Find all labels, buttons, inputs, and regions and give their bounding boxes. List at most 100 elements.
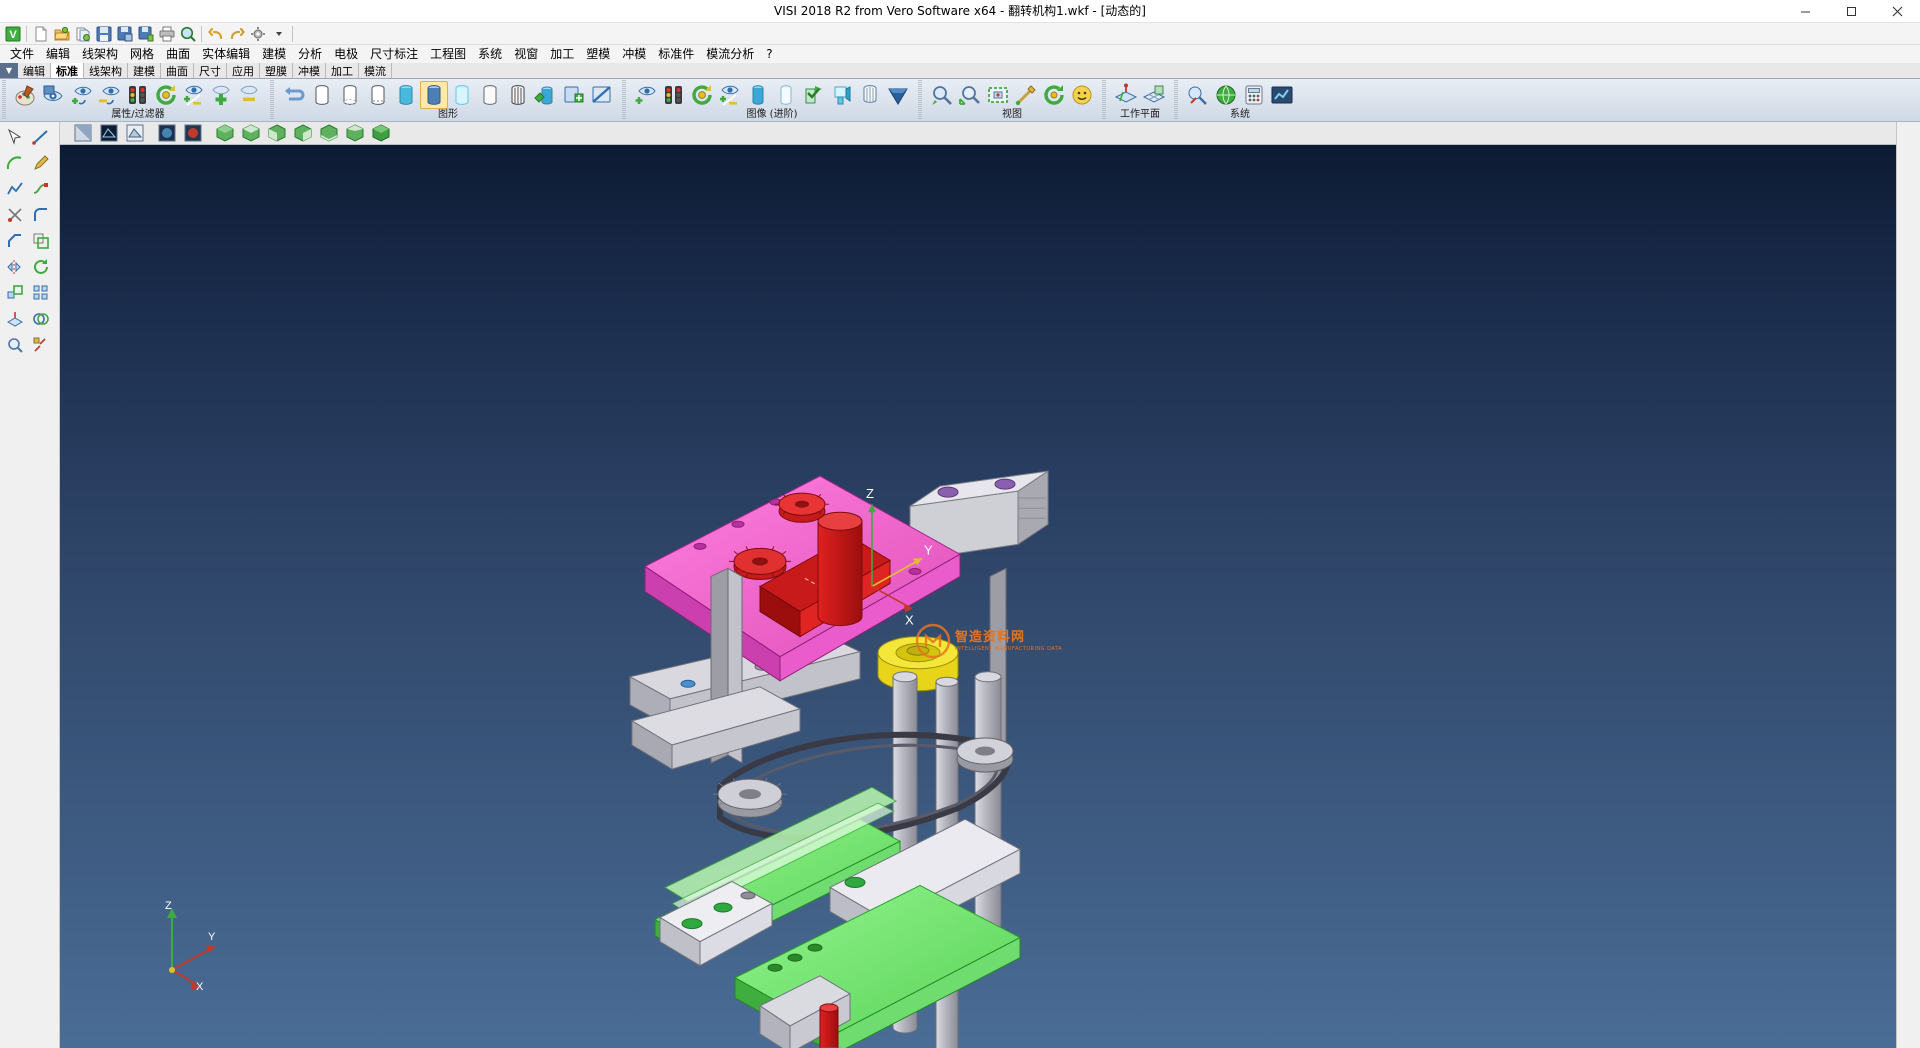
menu-item-electrode[interactable]: 电极 bbox=[328, 45, 364, 63]
tab-modeling[interactable]: 建模 bbox=[128, 63, 161, 78]
dynamic-shade-icon[interactable] bbox=[532, 81, 560, 109]
tab-die[interactable]: 冲模 bbox=[293, 63, 326, 78]
tab-standard[interactable]: 标准 bbox=[51, 63, 84, 78]
menu-item-flow-analysis[interactable]: 模流分析 bbox=[700, 45, 760, 63]
clip-plane-icon[interactable] bbox=[800, 81, 828, 109]
workplane-define-icon[interactable] bbox=[1112, 81, 1140, 109]
traffic-light-advanced-icon[interactable] bbox=[660, 81, 688, 109]
view-properties-icon[interactable] bbox=[40, 81, 68, 109]
tab-edit[interactable]: 编辑 bbox=[18, 63, 51, 78]
minimize-button[interactable] bbox=[1782, 0, 1828, 23]
analyze-icon[interactable] bbox=[2, 332, 28, 358]
refresh-advanced-icon[interactable] bbox=[688, 81, 716, 109]
graphics-viewport[interactable]: Z Y X 智造资料网 INTELLIGENT MANUFACTURIN bbox=[60, 145, 1896, 1048]
show-entities-icon[interactable] bbox=[68, 81, 96, 109]
gem-render-icon[interactable] bbox=[884, 81, 912, 109]
settings-icon[interactable] bbox=[247, 24, 268, 44]
menu-item-drafting[interactable]: 工程图 bbox=[424, 45, 472, 63]
color-palette-icon[interactable] bbox=[12, 81, 40, 109]
line-draw-icon[interactable] bbox=[28, 124, 54, 150]
mirror-icon[interactable] bbox=[2, 254, 28, 280]
toggle-visibility-icon[interactable] bbox=[180, 81, 208, 109]
rotate-icon[interactable] bbox=[28, 254, 54, 280]
menu-item-standard-parts[interactable]: 标准件 bbox=[652, 45, 700, 63]
display-settings-icon[interactable] bbox=[560, 81, 588, 109]
tab-moldflow[interactable]: 模流 bbox=[359, 63, 392, 78]
refresh-view-icon[interactable] bbox=[152, 81, 180, 109]
hidden-line-display-icon[interactable] bbox=[122, 123, 148, 144]
measure-icon[interactable] bbox=[1012, 81, 1040, 109]
save-all-icon[interactable] bbox=[135, 24, 156, 44]
toggle-advanced-icon[interactable] bbox=[716, 81, 744, 109]
right-view-icon[interactable] bbox=[290, 123, 316, 144]
front-view-icon[interactable] bbox=[264, 123, 290, 144]
shade-smooth-icon[interactable] bbox=[772, 81, 800, 109]
back-view-icon[interactable] bbox=[342, 123, 368, 144]
tab-wireframe[interactable]: 线架构 bbox=[84, 63, 128, 78]
redo-icon[interactable] bbox=[226, 24, 247, 44]
print-icon[interactable] bbox=[156, 24, 177, 44]
open-file-icon[interactable] bbox=[51, 24, 72, 44]
shaded-edges-icon[interactable] bbox=[420, 81, 448, 109]
bottom-view-icon[interactable] bbox=[316, 123, 342, 144]
menu-item-surface[interactable]: 曲面 bbox=[160, 45, 196, 63]
light-source-icon[interactable] bbox=[828, 81, 856, 109]
perspective-icon[interactable] bbox=[856, 81, 884, 109]
render-display-icon[interactable] bbox=[180, 123, 206, 144]
system-calc-icon[interactable] bbox=[1240, 81, 1268, 109]
tab-mold[interactable]: 塑膜 bbox=[260, 63, 293, 78]
traffic-light-icon[interactable] bbox=[124, 81, 152, 109]
fillet-icon[interactable] bbox=[28, 202, 54, 228]
pointer-select-icon[interactable] bbox=[2, 124, 28, 150]
hide-entities-icon[interactable] bbox=[96, 81, 124, 109]
tab-apply[interactable]: 应用 bbox=[227, 63, 260, 78]
hidden-line-icon[interactable] bbox=[336, 81, 364, 109]
system-chart-icon[interactable] bbox=[1268, 81, 1296, 109]
menu-item-machining[interactable]: 加工 bbox=[544, 45, 580, 63]
menu-item-file[interactable]: 文件 bbox=[4, 45, 40, 63]
menu-item-mold[interactable]: 塑模 bbox=[580, 45, 616, 63]
pencil-draw-icon[interactable] bbox=[28, 150, 54, 176]
fit-view-icon[interactable] bbox=[984, 81, 1012, 109]
transform-icon[interactable] bbox=[28, 332, 54, 358]
arc-draw-icon[interactable] bbox=[2, 150, 28, 176]
chamfer-icon[interactable] bbox=[2, 228, 28, 254]
iso-view-icon[interactable] bbox=[212, 123, 238, 144]
trim-icon[interactable] bbox=[2, 202, 28, 228]
tab-machining[interactable]: 加工 bbox=[326, 63, 359, 78]
menu-item-die[interactable]: 冲模 bbox=[616, 45, 652, 63]
menu-item-wireframe[interactable]: 线架构 bbox=[76, 45, 124, 63]
chevron-down-icon[interactable]: ▼ bbox=[0, 63, 18, 78]
redraw-icon[interactable] bbox=[280, 81, 308, 109]
menu-item-edit[interactable]: 编辑 bbox=[40, 45, 76, 63]
open-recent-icon[interactable] bbox=[72, 24, 93, 44]
menu-item-system[interactable]: 系统 bbox=[472, 45, 508, 63]
menu-item-modeling[interactable]: 建模 bbox=[256, 45, 292, 63]
project-icon[interactable] bbox=[2, 306, 28, 332]
transparent-icon[interactable] bbox=[448, 81, 476, 109]
menu-item-solid-edit[interactable]: 实体编辑 bbox=[196, 45, 256, 63]
edit-curve-icon[interactable] bbox=[28, 176, 54, 202]
remove-entity-icon[interactable] bbox=[236, 81, 264, 109]
undo-icon[interactable] bbox=[205, 24, 226, 44]
no-display-icon[interactable] bbox=[588, 81, 616, 109]
workplane-grid-icon[interactable] bbox=[1140, 81, 1168, 109]
shaded-display-icon[interactable] bbox=[70, 123, 96, 144]
overflow-chevron-icon[interactable] bbox=[268, 24, 289, 44]
wireframe-display-icon[interactable] bbox=[96, 123, 122, 144]
section-view-icon[interactable] bbox=[504, 81, 532, 109]
wireframe-icon[interactable] bbox=[308, 81, 336, 109]
print-preview-icon[interactable] bbox=[177, 24, 198, 44]
menu-item-analysis[interactable]: 分析 bbox=[292, 45, 328, 63]
render-fast-icon[interactable] bbox=[476, 81, 504, 109]
transparent-display-icon[interactable] bbox=[154, 123, 180, 144]
top-view-icon[interactable] bbox=[238, 123, 264, 144]
show-advanced-icon[interactable] bbox=[632, 81, 660, 109]
new-file-icon[interactable] bbox=[30, 24, 51, 44]
menu-item-mesh[interactable]: 网格 bbox=[124, 45, 160, 63]
system-globe-icon[interactable] bbox=[1212, 81, 1240, 109]
offset-icon[interactable] bbox=[28, 228, 54, 254]
maximize-button[interactable] bbox=[1828, 0, 1874, 23]
zoom-window-icon[interactable] bbox=[928, 81, 956, 109]
close-button[interactable] bbox=[1874, 0, 1920, 23]
